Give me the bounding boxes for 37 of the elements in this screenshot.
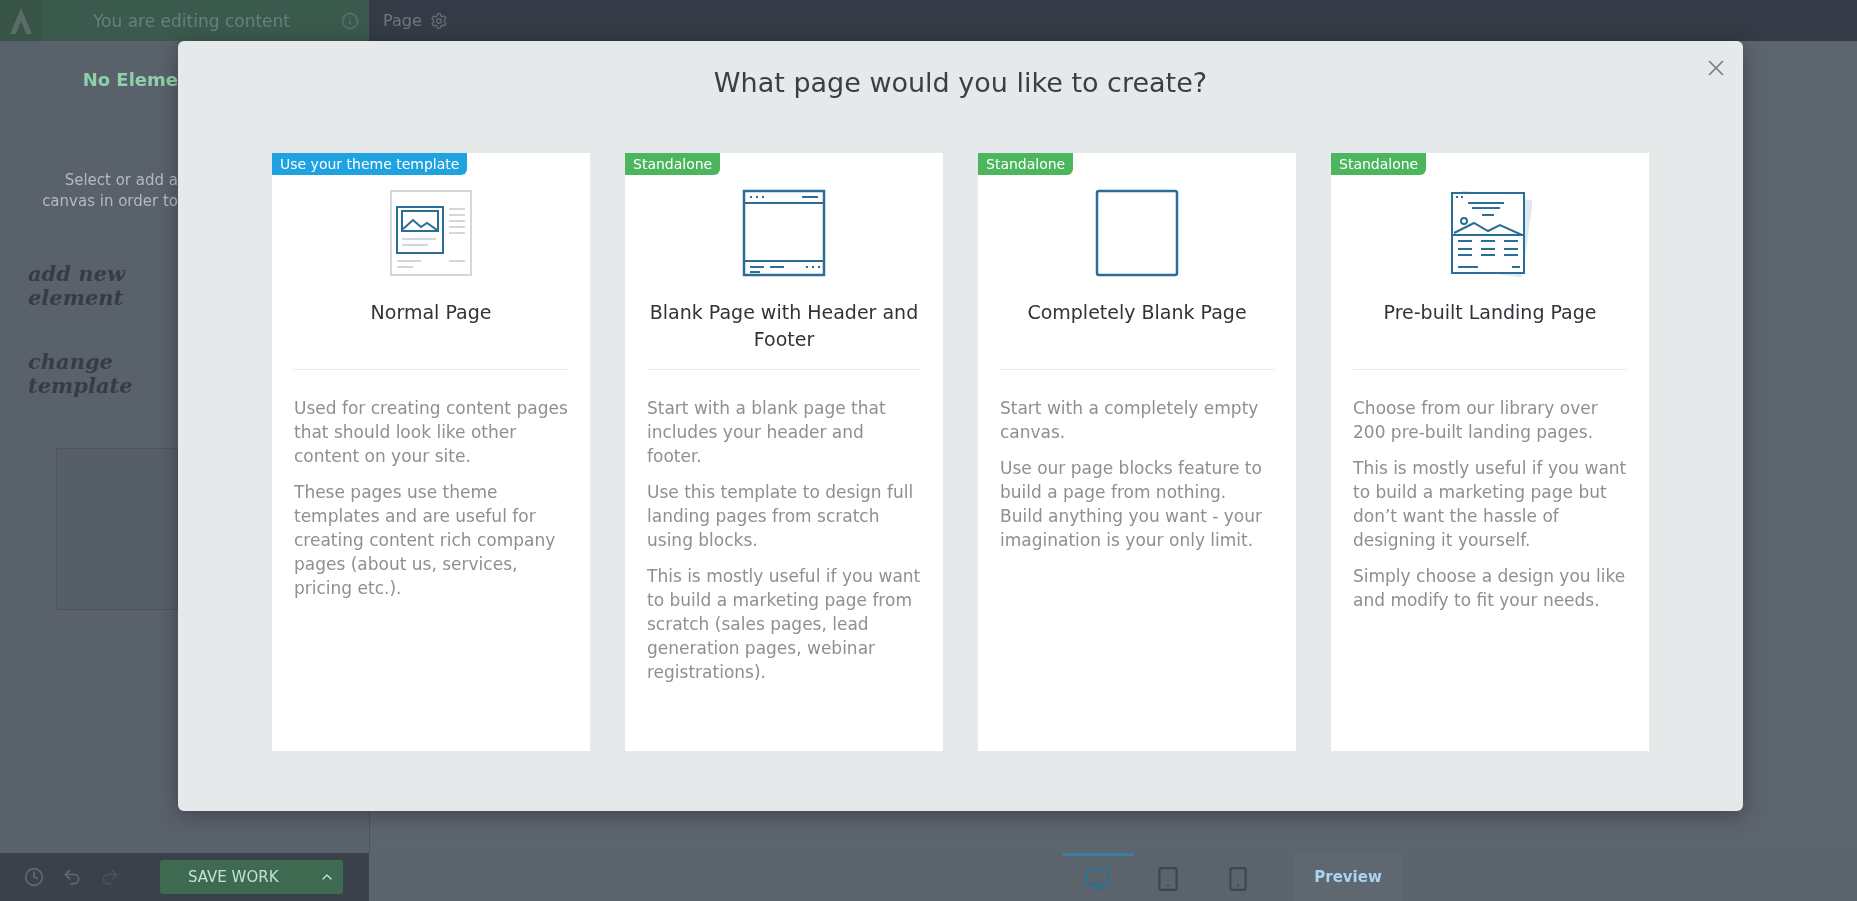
card-description: This is mostly useful if you want to build a marketing page from scratch (sales pages, lead generation pages, webinar registrations).: [647, 565, 921, 684]
card-description: Simply choose a design you like and modify to fit your needs.: [1353, 565, 1627, 612]
card-title: Normal Page: [370, 300, 492, 325]
page-header-footer-icon: [742, 189, 826, 277]
card-description: Choose from our library over 200 pre-built landing pages.: [1353, 397, 1599, 444]
page-type-card[interactable]: [1331, 153, 1649, 751]
page-layout-icon: [389, 189, 473, 277]
card-title: Blank Page with Header and Footer: [648, 300, 920, 352]
card-title: Completely Blank Page: [1027, 300, 1247, 325]
sidebar-hint: Select or add a canvas in order to: [42, 170, 178, 212]
card-tag: Standalone: [625, 153, 721, 175]
logo-icon[interactable]: [0, 0, 42, 41]
card-description: This is mostly useful if you want to build a marketing page but don’t want the hassle of designing it yourself.: [1353, 457, 1627, 552]
card-description: Start with a completely empty canvas.: [1000, 397, 1260, 444]
card-title: Pre-built Landing Page: [1383, 300, 1597, 325]
card-tag: Use your theme template: [272, 153, 468, 175]
card-description: Use this template to design full landing pages from scratch using blocks.: [647, 481, 915, 552]
settings-icon[interactable]: [429, 11, 448, 30]
card-description: These pages use theme templates and are useful for creating content rich company pages (about us, services, pricing etc.).: [294, 481, 557, 600]
card-description: Use our page blocks feature to build a page from nothing. Build anything you want - your imagination is your only limit.: [1000, 457, 1264, 552]
info-icon[interactable]: [341, 11, 359, 30]
page-label[interactable]: Page: [383, 11, 422, 30]
card-tag: Standalone: [978, 153, 1074, 175]
undo-icon[interactable]: [62, 867, 82, 887]
landing-page-icon: [1448, 189, 1532, 277]
dialog-title: What page would you like to create?: [713, 67, 1208, 98]
card-description: Used for creating content pages that should look like other content on your site.: [294, 397, 568, 468]
card-description: Start with a blank page that includes your header and footer.: [647, 397, 887, 468]
sidebar-heading: No Eleme: [82, 69, 178, 92]
preview-button[interactable]: Preview: [1293, 853, 1403, 901]
save-work-button[interactable]: SAVE WORK: [160, 860, 343, 894]
card-tag: Standalone: [1331, 153, 1427, 175]
clock-icon[interactable]: [24, 867, 44, 887]
page-type-card[interactable]: [625, 153, 943, 751]
page-type-card[interactable]: Standalone Completely Blank Page Start with a completely empty canvas. Use our page blocks feature to build a page from nothing. Build anything you want - your imagination is your only limit.: [978, 153, 1296, 751]
blank-page-icon: [1095, 189, 1179, 277]
page-type-card[interactable]: [272, 153, 590, 751]
